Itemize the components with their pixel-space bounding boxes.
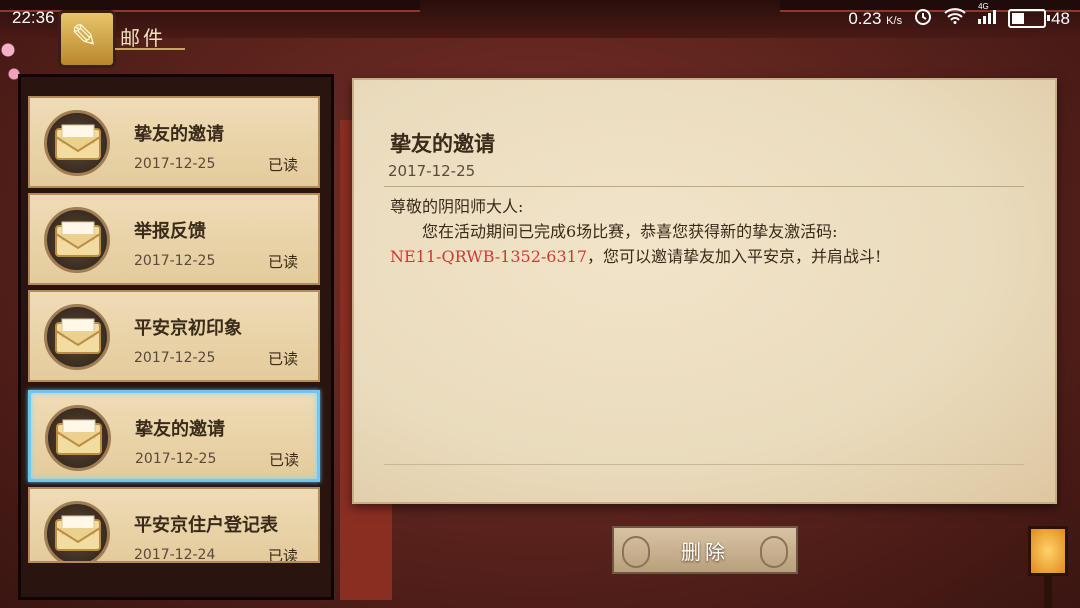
battery-level: 48 (1051, 8, 1070, 28)
invite-code[interactable]: NE11-QRWB-1352-6317 (390, 247, 587, 266)
cloud-ornament-icon (622, 536, 650, 568)
mail-body-line1: 您在活动期间已完成6场比赛，恭喜您获得新的挚友激活码: (422, 222, 838, 241)
mail-item-status: 已读 (269, 451, 300, 469)
divider (384, 464, 1024, 465)
mail-list-item[interactable]: 挚友的邀请 2017-12-25 已读 (28, 390, 320, 482)
signal-icon: 4G (978, 2, 997, 29)
mail-item-title: 挚友的邀请 (134, 124, 224, 145)
quill-icon: ✎ (58, 10, 116, 68)
divider (384, 186, 1024, 187)
mail-list-item[interactable]: 平安京初印象 2017-12-25 已读 (28, 290, 320, 382)
mail-list-item[interactable]: 平安京住户登记表 2017-12-24 已读 (28, 487, 320, 563)
mail-item-date: 2017-12-25 (135, 451, 217, 467)
mail-item-status: 已读 (268, 156, 299, 174)
envelope-icon (45, 405, 111, 471)
cloud-ornament-icon (760, 536, 788, 568)
mail-body-line2: ，您可以邀请挚友加入平安京，并肩战斗! (587, 247, 882, 266)
envelope-icon (44, 501, 110, 561)
mail-item-title: 平安京初印象 (134, 318, 242, 339)
status-time: 22:36 (12, 8, 55, 27)
mail-item-date: 2017-12-25 (134, 350, 216, 366)
mail-item-status: 已读 (268, 253, 299, 271)
envelope-icon (44, 304, 110, 370)
status-indicators: 0.23 K/s 4G 48 (848, 2, 1070, 30)
mail-list-item[interactable]: 举报反馈 2017-12-25 已读 (28, 193, 320, 285)
mail-item-title: 平安京住户登记表 (134, 515, 278, 536)
envelope-icon (44, 207, 110, 273)
page-title: 邮件 (120, 26, 166, 50)
lantern-icon (1028, 526, 1068, 576)
mail-item-title: 举报反馈 (134, 221, 206, 242)
mail-item-date: 2017-12-25 (134, 253, 216, 269)
delete-button-label: 删除 (681, 539, 729, 564)
delete-button[interactable]: 删除 (612, 526, 798, 574)
alarm-icon (914, 7, 932, 30)
mail-detail-panel[interactable]: 挚友的邀请 2017-12-25 尊敬的阴阳师大人: 您在活动期间已完成6场比赛… (352, 78, 1057, 504)
mail-item-title: 挚友的邀请 (135, 419, 225, 440)
mail-item-date: 2017-12-25 (134, 156, 216, 172)
mail-detail-date: 2017-12-25 (388, 162, 476, 180)
envelope-icon (44, 110, 110, 176)
mail-detail-body: 尊敬的阴阳师大人: 您在活动期间已完成6场比赛，恭喜您获得新的挚友激活码: NE… (390, 194, 960, 269)
mail-item-status: 已读 (268, 350, 299, 368)
mail-list-item[interactable]: 挚友的邀请 2017-12-25 已读 (28, 96, 320, 188)
lantern-post (1044, 576, 1052, 608)
title-underline (115, 48, 185, 50)
network-type: 4G (978, 2, 989, 11)
mail-greeting: 尊敬的阴阳师大人: (390, 197, 524, 216)
mail-item-status: 已读 (268, 547, 299, 563)
mail-item-date: 2017-12-24 (134, 547, 216, 563)
mail-detail-title: 挚友的邀请 (390, 131, 495, 156)
wifi-icon (944, 8, 966, 29)
net-speed: 0.23 K/s (848, 8, 903, 28)
battery-icon: 48 (1008, 9, 1070, 29)
battery-fill (1012, 13, 1025, 24)
